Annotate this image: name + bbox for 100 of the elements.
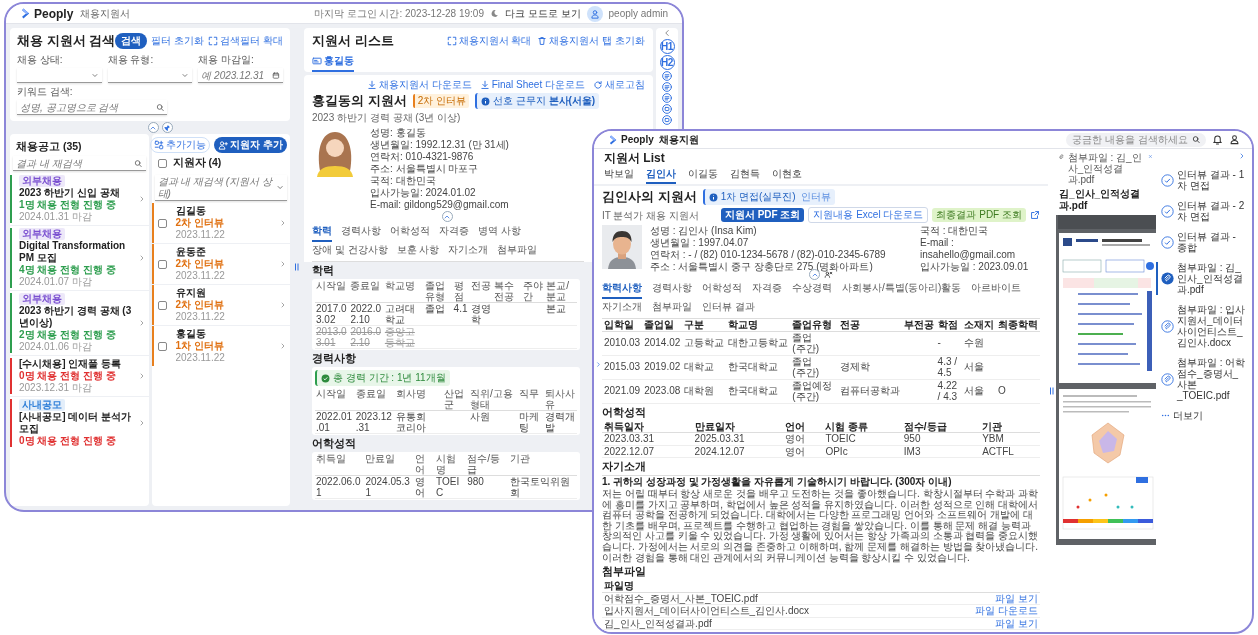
reset-tabs-button[interactable]: 채용지원서 탭 초기화: [537, 34, 645, 48]
section-tab[interactable]: 첨부파일: [497, 242, 538, 261]
info-text: 국적: 대한민국: [370, 175, 437, 187]
applicant-item[interactable]: 홍길동 1차 인터뷰 2023.11.22: [151, 326, 290, 366]
file-link[interactable]: 파일 다운로드: [975, 605, 1038, 617]
section-tab[interactable]: 병역 사항: [478, 223, 521, 242]
column-header: 종료일: [349, 280, 384, 303]
column-header: 언어: [783, 420, 824, 433]
table-cell: -: [935, 331, 962, 355]
section-tab[interactable]: 보훈 사항: [396, 242, 440, 261]
section-tab[interactable]: 자기소개: [448, 242, 489, 261]
action-button[interactable]: 지원서 PDF 조회: [720, 208, 805, 222]
side-list-item[interactable]: 첨부파일 : 김_인사_인적성결과.pdf: [1156, 262, 1246, 295]
keyword-search-field[interactable]: 성명, 공고명으로 검색: [17, 100, 167, 115]
applicant-tab[interactable]: 박보일: [604, 167, 634, 184]
section-tab[interactable]: 인터뷰 결과: [702, 299, 755, 318]
column-header: 전공: [470, 280, 494, 303]
section-tab[interactable]: 아르바이트: [971, 280, 1022, 299]
job-posting-item[interactable]: 외부채용 Digital Transformation PM 모집 4명 채용 전형 진행 중 2024.01.07 마감: [10, 226, 149, 290]
job-posting-item[interactable]: [수시채용] 인재풀 등록 0명 채용 전형 진행 중 2023.12.31 마감: [10, 356, 149, 396]
stage-label: 1차 인터뷰: [175, 340, 225, 352]
side-list-item[interactable]: 더보기: [1156, 410, 1246, 421]
column-header: 직무: [518, 388, 545, 411]
table-cell: 950: [901, 432, 981, 445]
table-cell: 대학원: [682, 379, 727, 403]
dark-mode-link[interactable]: 다크 모드로 보기: [504, 6, 581, 21]
answer-text: 저는 어릴 때부터 항상 새로운 것을 배우고 도전하는 것을 좋아했습니다. 학창시절부터 수학과 과학에 흥미를 가지고 공부하며, 학업에서 높은 성적을 유지하였습니다. 이러한 성적으로 인해 대학에서 컴퓨터 공학을 전공하게 되었습니다. 대학에서는 다양한 프로그래밍 언어와 소프트웨어 개발에 대한 기초를 배우며, 프로젝트를 수행하고 협업하는 경험을 쌓았습니다. 이를 통해 문제 해결 능력과 창의적인 사고를 키울 수 있었습니다. 가정 생활에 있어서는 항상 가족과의 소통과 협력을 중요시했습니다. 가정에서는 서로의 의견을 존중하고 이해하며, 함께 문제를 해결하는 방법을 찾아냈습니다. 이러한 경험을 통해 대인 관계에서의 커뮤니케이션 능력을 향상시킬 수 있었습니다.: [602, 489, 1040, 564]
applicant-tab[interactable]: 홍길동: [312, 53, 354, 72]
applicant-tab[interactable]: 김인사: [646, 167, 676, 184]
section-tab[interactable]: 자격증: [439, 223, 469, 242]
section-tab[interactable]: 어학성적: [702, 280, 742, 299]
date-text: 2023.11.22: [175, 352, 226, 364]
side-list-item[interactable]: 인터뷰 결과 - 1차 면접: [1156, 169, 1246, 191]
section-tab[interactable]: 경력사항: [652, 280, 692, 299]
search-field[interactable]: 결과 내 재검색: [13, 156, 146, 171]
job-posting-item[interactable]: 사내공모 [사내공모] 데이터 분석가 모집 0명 채용 전형 진행 중: [10, 397, 149, 449]
expand-filter-button[interactable]: 검색필터 확대: [208, 34, 283, 48]
date-text: 2023.11.22: [175, 311, 226, 323]
applicant-name: 유지원: [175, 287, 207, 299]
column-header: 만료일: [364, 453, 414, 476]
status-filter-field[interactable]: 결과 내 재검색 (지원서 상태): [154, 175, 287, 201]
side-list-item[interactable]: 첨부파일 : 어학점수_증명서_사본_TOEIC.pdf: [1156, 357, 1246, 401]
side-list-item[interactable]: 첨부파일 : 입사지원서_데이터사이언티스트_김인사.docx: [1156, 304, 1246, 348]
file-link[interactable]: 파일 보기: [995, 617, 1038, 629]
section-title: 경력사항: [312, 352, 356, 366]
table-cell: 경영학: [470, 302, 494, 326]
applicant-item[interactable]: 유지원 2차 인터뷰 2023.11.22: [151, 285, 290, 325]
section-tab[interactable]: 사회봉사/특별(동아리)활동: [842, 280, 962, 299]
action-button[interactable]: 최종결과 PDF 조회: [932, 208, 1026, 222]
table-cell: ACTFL: [980, 445, 1040, 458]
date-field[interactable]: 예 2023.12.31: [198, 68, 283, 83]
section-tab[interactable]: 장애 및 건강사항: [312, 242, 388, 261]
question-text: 1. 귀하의 성장과정 및 가정생활을 자유롭게 기술하시기 바랍니다. (300자 이내): [602, 475, 1040, 488]
table-cell: 980: [466, 475, 509, 499]
table-cell: 서울: [962, 355, 996, 379]
side-list-item[interactable]: 인터뷰 결과 - 종합: [1156, 231, 1246, 253]
info-text: E-mail: gildong529@gmail.com: [370, 199, 509, 211]
column-header: 학교명: [726, 319, 791, 331]
expand-button[interactable]: 채용지원서 확대: [446, 34, 532, 48]
column-header: 학점: [935, 319, 962, 331]
table-cell: 고려대학교: [383, 302, 424, 326]
applicant-item[interactable]: 윤동준 2차 인터뷰 2023.11.22: [151, 244, 290, 284]
section-tab[interactable]: 학력: [312, 223, 332, 242]
section-tab[interactable]: 어학성적: [390, 223, 430, 242]
applicant-tab[interactable]: 이현호: [772, 167, 802, 184]
column-header: 최종학력: [996, 319, 1040, 331]
section-title: 어학성적: [312, 437, 356, 451]
section-tab[interactable]: 수상경력: [792, 280, 832, 299]
column-header: 복수전공: [493, 280, 523, 303]
search-button[interactable]: 검색: [115, 33, 148, 49]
section-tab[interactable]: 경력사항: [341, 223, 381, 242]
applicant-tab[interactable]: 이길동: [688, 167, 718, 184]
field-label: 채용 마감일:: [198, 53, 255, 67]
section-tab[interactable]: 자격증: [752, 280, 782, 299]
file-link[interactable]: 파일 보기: [995, 592, 1038, 604]
section-tab[interactable]: 첨부파일: [652, 299, 692, 318]
download-button[interactable]: Final Sheet 다운로드: [479, 78, 585, 92]
applicant-item[interactable]: 김길동 2차 인터뷰 2023.11.22: [151, 203, 290, 243]
action-button[interactable]: 지원내용 Excel 다운로드: [808, 207, 929, 223]
column-header: 졸업일: [642, 319, 683, 331]
table-cell: YBM: [980, 432, 1040, 445]
table-cell: 졸업 (주간): [790, 331, 838, 355]
side-list-item[interactable]: 인터뷰 결과 - 2차 면접: [1156, 200, 1246, 222]
list-title: 채용공고 (35): [15, 139, 83, 154]
applicant-tab[interactable]: 김현득: [730, 167, 760, 184]
column-header: 학교명: [383, 280, 424, 303]
category-tag: 외부채용: [19, 175, 65, 187]
job-posting-item[interactable]: 외부채용 2023 하반기 신입 공채 1명 채용 전형 진행 중 2024.01.31 마감: [10, 173, 149, 225]
job-posting-item[interactable]: 외부채용 2023 하반기 경력 공채 (3년이상) 2명 채용 전형 진행 중 2024.01.06 마감: [10, 291, 149, 355]
table-cell: 경제학: [837, 355, 902, 379]
section-tab[interactable]: 학력사항: [602, 280, 642, 299]
refresh-button[interactable]: 새로고침: [593, 78, 645, 92]
reset-filter-button[interactable]: 필터 초기화: [151, 34, 205, 48]
search-field[interactable]: 궁금한 내용을 검색하세요: [1066, 132, 1206, 147]
posting-status: 0명 채용 전형 진행 중: [19, 370, 117, 382]
column-header: 전공: [837, 319, 902, 331]
section-tab[interactable]: 자기소개: [602, 299, 642, 318]
add-applicant-button[interactable]: 지원자 추가: [214, 137, 287, 153]
table-cell: 4.3 / 4.5: [935, 355, 962, 379]
download-button[interactable]: 채용지원서 다운로드: [366, 78, 472, 92]
